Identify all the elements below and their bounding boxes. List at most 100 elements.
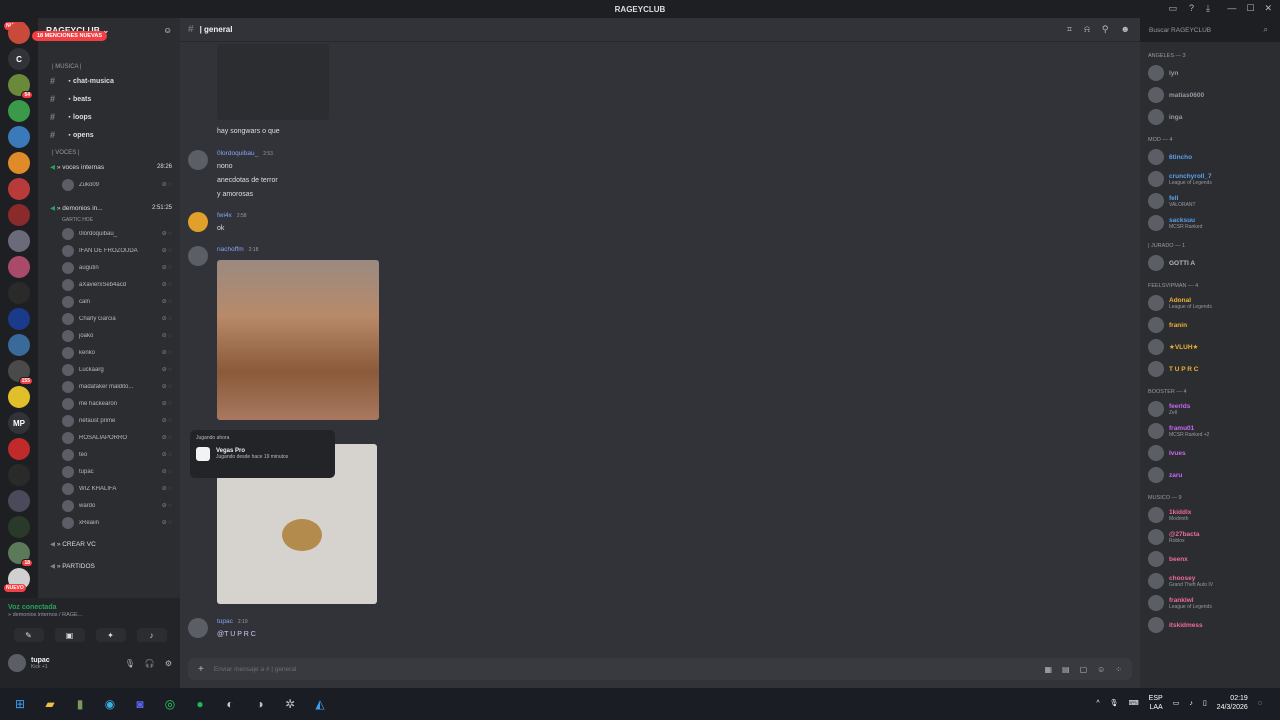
member-item[interactable]: Adonal League of Legends	[1148, 292, 1274, 314]
text-channel[interactable]: # ・beats	[38, 90, 180, 108]
voice-user[interactable]: caln ⊘ ◌	[38, 293, 180, 310]
discord-icon[interactable]: ◙	[130, 694, 150, 714]
server-icon[interactable]	[8, 22, 30, 44]
voice-user[interactable]: Zuko09 ⊘ ◌	[38, 176, 180, 193]
spotify-icon[interactable]: ●	[190, 694, 210, 714]
voice-user[interactable]: IFAN DE FROZOUDA ⊘ ◌	[38, 242, 180, 259]
voice-user[interactable]: WIZ KHALIFA ⊘ ◌	[38, 480, 180, 497]
dog-image[interactable]	[217, 260, 379, 420]
message-input[interactable]: Enviar mensaje a # | general	[214, 666, 297, 673]
network-icon[interactable]: ▭	[1173, 699, 1180, 707]
member-item[interactable]: franklwl League of Legends	[1148, 592, 1274, 614]
server-icon[interactable]	[8, 126, 30, 148]
server-icon[interactable]: 54	[8, 74, 33, 99]
minimize-button[interactable]: —	[1227, 3, 1236, 14]
member-item[interactable]: beenx	[1148, 548, 1274, 570]
close-button[interactable]: ✕	[1264, 3, 1272, 14]
voice-channel[interactable]: ◀ » PARTIDOS	[38, 557, 180, 575]
voice-user[interactable]: nefaust prime ⊘ ◌	[38, 412, 180, 429]
soundboard-button[interactable]: ♪	[136, 628, 167, 642]
text-channel[interactable]: # ・loops	[38, 108, 180, 126]
server-icon[interactable]	[8, 100, 30, 122]
camera-button[interactable]: ✎	[13, 628, 44, 642]
pin-icon[interactable]: ⚲	[1102, 24, 1109, 35]
voice-user[interactable]: me hackearon ⊘ ◌	[38, 395, 180, 412]
member-item[interactable]: matias0600	[1148, 84, 1274, 106]
server-icon[interactable]: MP	[8, 412, 30, 434]
battery-icon[interactable]: ▯	[1203, 699, 1207, 707]
message-composer[interactable]: + Enviar mensaje a # | general ▦ ▤ ▢ ☺ ⁘	[188, 658, 1132, 680]
member-item[interactable]: ★VLUH★	[1148, 336, 1274, 358]
category-voces[interactable]: | VOCES |	[38, 144, 180, 158]
server-icon[interactable]	[8, 516, 30, 538]
voice-channel-demonios[interactable]: ◀ » demonios in... 2:51:25	[38, 199, 180, 217]
text-channel[interactable]: # ・opens	[38, 126, 180, 144]
voice-user[interactable]: Luckaarg ⊘ ◌	[38, 361, 180, 378]
message-author[interactable]: 0lordoquibau_	[217, 150, 258, 157]
microphone-icon[interactable]: 🎙	[1110, 699, 1119, 707]
voice-connected-channel[interactable]: » demonios internos / RAGE...	[8, 612, 172, 618]
volume-icon[interactable]: ♪	[1189, 700, 1193, 707]
avatar[interactable]	[188, 618, 208, 638]
member-item[interactable]: framu01 MCSR Ranked +2	[1148, 420, 1274, 442]
keyboard-icon[interactable]: ⌨	[1129, 699, 1139, 707]
message-author[interactable]: nachoffm	[217, 246, 244, 253]
voice-user[interactable]: aXavierxSeb4acd ⊘ ◌	[38, 276, 180, 293]
headphones-icon[interactable]: 🎧	[145, 659, 155, 668]
embedded-screenshot[interactable]	[217, 44, 329, 120]
whatsapp-icon[interactable]: ◎	[160, 694, 180, 714]
member-item[interactable]: feerlds Zell	[1148, 398, 1274, 420]
clock[interactable]: 02:19 24/3/2026	[1217, 694, 1248, 712]
server-icon[interactable]	[8, 178, 30, 200]
chevron-up-icon[interactable]: ^	[1096, 700, 1099, 707]
message-author[interactable]: tupac	[217, 618, 233, 625]
chatgpt-icon[interactable]: ✲	[280, 694, 300, 714]
member-item[interactable]: Ivues	[1148, 442, 1274, 464]
search-input[interactable]: Buscar RAGEYCLUB ⌕	[1143, 21, 1274, 39]
server-icon[interactable]: 155	[8, 360, 33, 385]
add-friend-icon[interactable]: ☺	[163, 25, 172, 35]
member-item[interactable]: fell VALORANT	[1148, 190, 1274, 212]
gift-icon[interactable]: ▦	[1044, 665, 1052, 674]
server-icon[interactable]	[8, 438, 30, 460]
member-item[interactable]: crunchyroll_7 League of Legends	[1148, 168, 1274, 190]
avatar[interactable]	[8, 654, 26, 672]
member-item[interactable]: choosey Grand Theft Auto IV	[1148, 570, 1274, 592]
server-icon[interactable]	[8, 386, 30, 408]
avatar[interactable]	[188, 212, 208, 232]
voice-user[interactable]: tupac ⊘ ◌	[38, 463, 180, 480]
notifications-icon[interactable]: ◌	[1258, 700, 1262, 707]
apps-icon[interactable]: ⁘	[1115, 665, 1122, 674]
voice-user[interactable]: wardo ⊘ ◌	[38, 497, 180, 514]
voice-user[interactable]: xReaiin ⊘ ◌	[38, 514, 180, 531]
avatar[interactable]	[188, 246, 208, 266]
voice-channel-internas[interactable]: ◀ » voces internas 28:26	[38, 158, 180, 176]
voice-user[interactable]: teo ⊘ ◌	[38, 446, 180, 463]
members-icon[interactable]: ☻	[1121, 24, 1130, 35]
gif-icon[interactable]: ▤	[1062, 665, 1070, 674]
server-icon[interactable]	[8, 152, 30, 174]
windows-start-icon[interactable]: ⊞	[10, 694, 30, 714]
voice-user[interactable]: kenko ⊘ ◌	[38, 344, 180, 361]
text-channel[interactable]: # ・chat-musica	[38, 72, 180, 90]
member-item[interactable]: inga	[1148, 106, 1274, 128]
edge-icon[interactable]: ◉	[100, 694, 120, 714]
member-item[interactable]: franin	[1148, 314, 1274, 336]
member-item[interactable]: itskidmess	[1148, 614, 1274, 636]
server-icon[interactable]	[8, 334, 30, 356]
member-item[interactable]: @27bacta Roblox	[1148, 526, 1274, 548]
inbox-icon[interactable]: ▭	[1168, 3, 1177, 14]
notepad-icon[interactable]: ▮	[70, 694, 90, 714]
server-icon[interactable]	[8, 464, 30, 486]
server-icon[interactable]	[8, 204, 30, 226]
emoji-icon[interactable]: ☺	[1097, 665, 1105, 674]
activities-button[interactable]: ✦	[95, 628, 126, 642]
voice-connected-status[interactable]: Voz conectada	[8, 604, 172, 611]
screen-share-button[interactable]: ▣	[54, 628, 85, 642]
voice-channel[interactable]: ◀ » CREAR VC	[38, 535, 180, 553]
server-icon[interactable]	[8, 282, 30, 304]
member-item[interactable]: GOTTI A	[1148, 252, 1274, 274]
category-musica[interactable]: | MUSICA |	[38, 42, 180, 72]
server-icon[interactable]	[8, 490, 30, 512]
member-item[interactable]: 1kiddix Modrinth	[1148, 504, 1274, 526]
